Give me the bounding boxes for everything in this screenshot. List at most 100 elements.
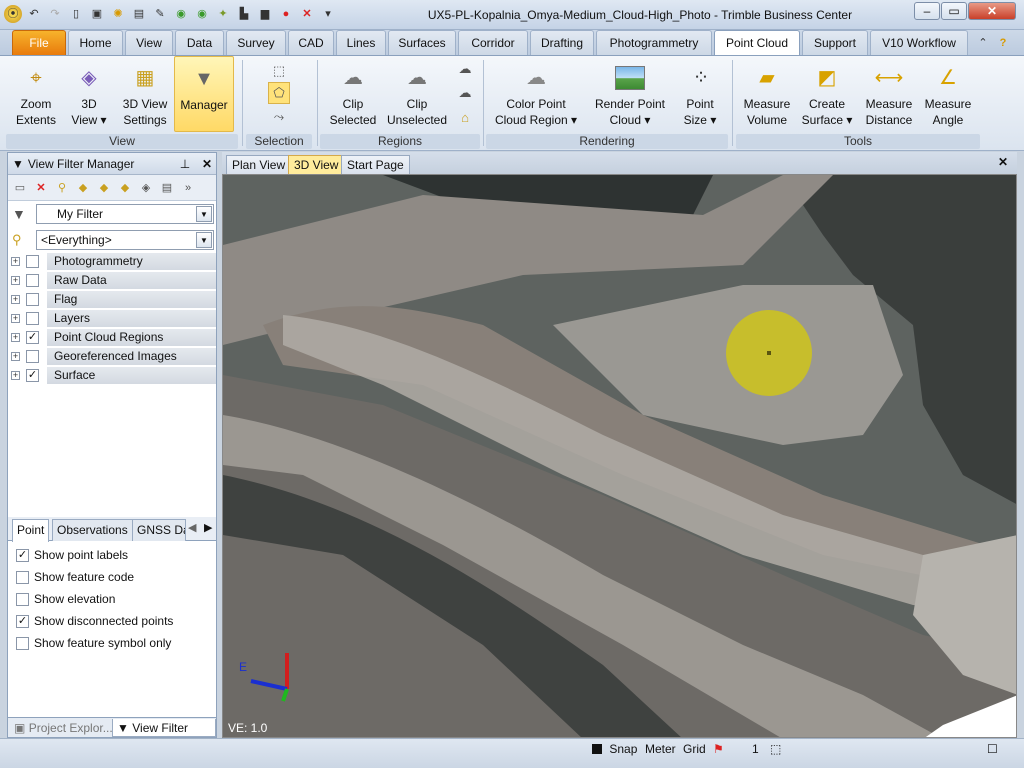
tab-point-cloud[interactable]: Point Cloud [714, 30, 800, 56]
expand-icon[interactable]: + [11, 352, 20, 361]
overflow-icon[interactable]: » [180, 180, 196, 196]
scope-select[interactable]: <Everything> ▼ [36, 230, 214, 250]
tab-corridor[interactable]: Corridor [458, 30, 528, 55]
tree-checkbox[interactable] [26, 255, 39, 268]
filter-tool-icon[interactable]: ⚲ [54, 180, 70, 196]
tab-lines[interactable]: Lines [336, 30, 386, 55]
layer-search-icon[interactable]: ◆ [117, 180, 133, 196]
tab-support[interactable]: Support [802, 30, 868, 55]
point-cloud-scene[interactable] [223, 175, 1017, 738]
tab-photogrammetry[interactable]: Photogrammetry [596, 30, 712, 55]
tab-file[interactable]: File [12, 30, 66, 55]
tab-observations[interactable]: Observations [52, 519, 133, 541]
tree-checkbox[interactable] [26, 293, 39, 306]
maximize-button[interactable]: ▭ [941, 2, 967, 20]
cloud-up-icon[interactable]: ☁ [454, 58, 476, 80]
redo-icon[interactable]: ↷ [46, 5, 64, 23]
pin-icon[interactable]: ⊥ [176, 157, 194, 171]
new-filter-icon[interactable]: ▭ [12, 180, 28, 196]
zoom-extents-button[interactable]: ⌖ Zoom Extents [10, 56, 62, 132]
app-logo-icon[interactable]: ⦿ [4, 5, 22, 23]
layer-options-icon[interactable]: ▤ [159, 180, 175, 196]
new-file-icon[interactable]: ▯ [67, 5, 85, 23]
panel-close-icon[interactable]: ✕ [198, 157, 216, 171]
chart-icon[interactable]: ▙ [235, 5, 253, 23]
point-size-button[interactable]: ⁘ Point Size ▾ [676, 56, 724, 132]
expand-icon[interactable]: + [11, 257, 20, 266]
expand-icon[interactable]: + [11, 295, 20, 304]
tab-drafting[interactable]: Drafting [530, 30, 594, 55]
option-row[interactable]: Show feature symbol only [16, 634, 171, 652]
tab-v10-workflow[interactable]: V10 Workflow [870, 30, 968, 55]
customize-icon[interactable]: ▾ [319, 5, 337, 23]
tab-cad[interactable]: CAD [288, 30, 334, 55]
tab-data[interactable]: Data [175, 30, 224, 55]
tree-item[interactable]: + Georeferenced Images [8, 347, 216, 366]
save-icon[interactable]: ▣ [88, 5, 106, 23]
scroll-left-icon[interactable]: ◀ [188, 521, 196, 534]
tree-item[interactable]: + Raw Data [8, 271, 216, 290]
close-view-icon[interactable]: ✕ [998, 155, 1008, 169]
color-point-cloud-region-button[interactable]: ☁ Color Point Cloud Region ▾ [490, 56, 582, 132]
layer-stack-icon[interactable]: ◈ [138, 180, 154, 196]
tree-item[interactable]: + Flag [8, 290, 216, 309]
tab-survey[interactable]: Survey [226, 30, 286, 55]
close-red-icon[interactable]: ✕ [298, 5, 316, 23]
expand-icon[interactable]: + [11, 371, 20, 380]
flag-icon[interactable]: ⚑ [713, 739, 724, 759]
survey-icon[interactable]: ✦ [214, 5, 232, 23]
measure-volume-button[interactable]: ▰ Measure Volume [738, 56, 796, 132]
option-checkbox-checked[interactable]: ✓ [16, 548, 29, 562]
selection-icon[interactable]: ⬚ [770, 739, 781, 759]
filter-select[interactable]: My Filter ▼ [36, 204, 214, 224]
cloud-home-icon[interactable]: ⌂ [454, 106, 476, 128]
grid-toggle[interactable]: Grid [683, 739, 706, 759]
layer-tool-icon[interactable]: ◆ [75, 180, 91, 196]
3d-viewport[interactable]: E VE: 1.0 [222, 174, 1017, 738]
help-icon[interactable]: ? [994, 34, 1012, 52]
tree-checkbox-checked[interactable]: ✓ [26, 331, 39, 344]
tab-surfaces[interactable]: Surfaces [388, 30, 456, 55]
option-checkbox-checked[interactable]: ✓ [16, 614, 29, 628]
resize-box-icon[interactable]: ☐ [987, 739, 998, 759]
minimize-button[interactable]: – [914, 2, 940, 20]
option-checkbox[interactable] [16, 592, 29, 606]
clip-selected-button[interactable]: ☁ Clip Selected [324, 56, 382, 132]
measure-angle-button[interactable]: ∠ Measure Angle [920, 56, 976, 132]
manager-button[interactable]: ▼ Manager [174, 56, 234, 132]
3d-view-button[interactable]: ◈ 3D View ▾ [64, 56, 114, 132]
tools-icon[interactable]: ✎ [151, 5, 169, 23]
expand-icon[interactable]: + [11, 333, 20, 342]
snap-toggle[interactable]: Snap [592, 739, 637, 759]
tab-plan-view[interactable]: Plan View [226, 155, 292, 174]
tree-item[interactable]: + ✓ Surface [8, 366, 216, 385]
tab-3d-view[interactable]: 3D View [288, 155, 345, 174]
tree-item[interactable]: + Photogrammetry [8, 252, 216, 271]
tab-start-page[interactable]: Start Page [341, 155, 410, 174]
cloud-merge-icon[interactable]: ☁ [454, 82, 476, 104]
tab-view-filter-manager[interactable]: ▼ View Filter Ma... [112, 719, 216, 753]
render-point-cloud-button[interactable]: Render Point Cloud ▾ [588, 56, 672, 132]
tree-item[interactable]: + ✓ Point Cloud Regions [8, 328, 216, 347]
globe-icon[interactable]: ◉ [172, 5, 190, 23]
option-checkbox[interactable] [16, 636, 29, 650]
tree-checkbox[interactable] [26, 274, 39, 287]
record-icon[interactable]: ● [277, 5, 295, 23]
select-cursor-icon[interactable]: ⬚ [268, 60, 290, 82]
option-row[interactable]: ✓ Show disconnected points [16, 612, 173, 630]
report-icon[interactable]: ▤ [130, 5, 148, 23]
units-label[interactable]: Meter [645, 739, 676, 759]
create-surface-button[interactable]: ◩ Create Surface ▾ [798, 56, 856, 132]
expand-icon[interactable]: + [11, 314, 20, 323]
collapse-ribbon-icon[interactable]: ⌃ [974, 34, 992, 52]
close-button[interactable]: ✕ [968, 2, 1016, 20]
undo-icon[interactable]: ↶ [25, 5, 43, 23]
tab-project-explorer[interactable]: ▣ Project Explor... [10, 719, 113, 737]
tab-view[interactable]: View [125, 30, 173, 55]
polygon-select-icon[interactable]: ⬠ [268, 82, 290, 104]
tree-checkbox[interactable] [26, 312, 39, 325]
clip-unselected-button[interactable]: ☁ Clip Unselected [384, 56, 450, 132]
scroll-right-icon[interactable]: ▶ [204, 521, 212, 534]
monitor-icon[interactable]: ▆ [256, 5, 274, 23]
layer-add-icon[interactable]: ◆ [96, 180, 112, 196]
